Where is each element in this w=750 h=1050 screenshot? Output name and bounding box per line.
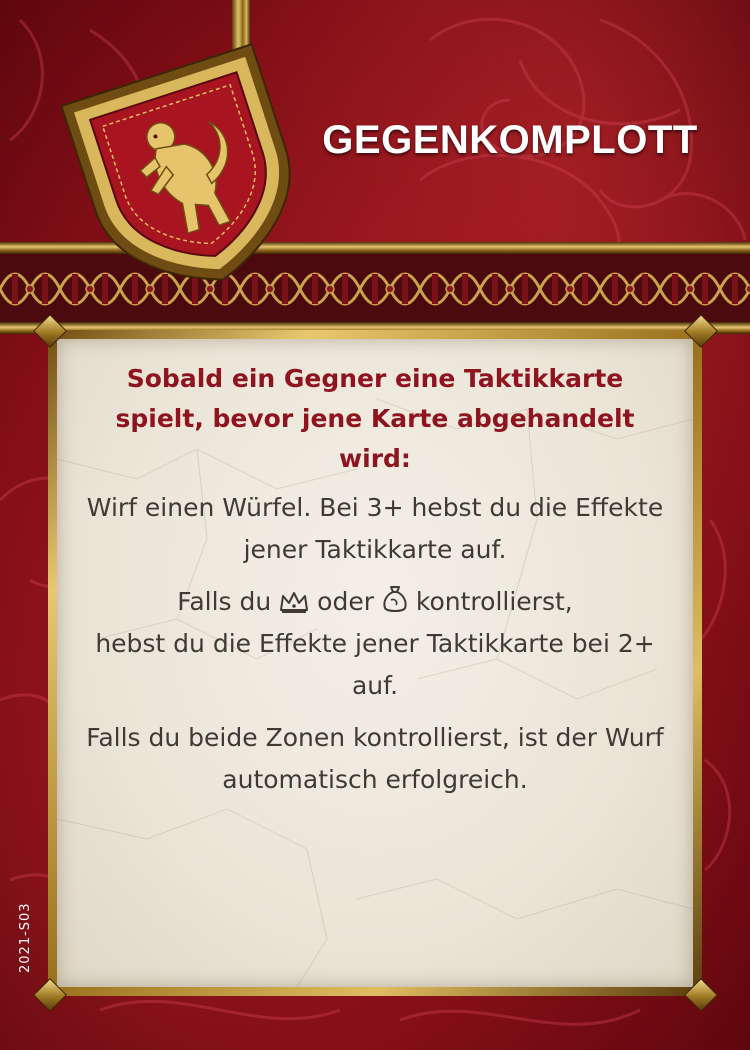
card-text: Sobald ein Gegner eine Taktikkarte spiel… [57,359,693,811]
text-panel: Sobald ein Gegner eine Taktikkarte spiel… [57,339,693,987]
game-card: GEGENKOMPLOTT Sobald ein Gegner eine Tak… [0,0,750,1050]
bonus-rest: hebst du die Effekte jener Taktikkarte b… [95,629,655,700]
bonus-suffix: kontrollierst, [415,587,573,616]
crown-icon [280,592,309,613]
money-bag-icon [383,586,407,612]
final-text: Falls du beide Zonen kontrollierst, ist … [86,723,664,794]
text-frame: Sobald ein Gegner eine Taktikkarte spiel… [48,330,702,996]
bonus-prefix: Falls du [177,587,272,616]
card-code: 2021-S03 [18,902,33,974]
card-title: GEGENKOMPLOTT [322,118,698,162]
bonus-mid: oder [317,587,374,616]
trigger-text: Sobald ein Gegner eine Taktikkarte spiel… [115,364,635,473]
effect-text: Wirf einen Würfel. Bei 3+ hebst du die E… [86,493,664,564]
bonus-text: Falls du oder kontrollierst, hebst du di… [75,581,675,707]
